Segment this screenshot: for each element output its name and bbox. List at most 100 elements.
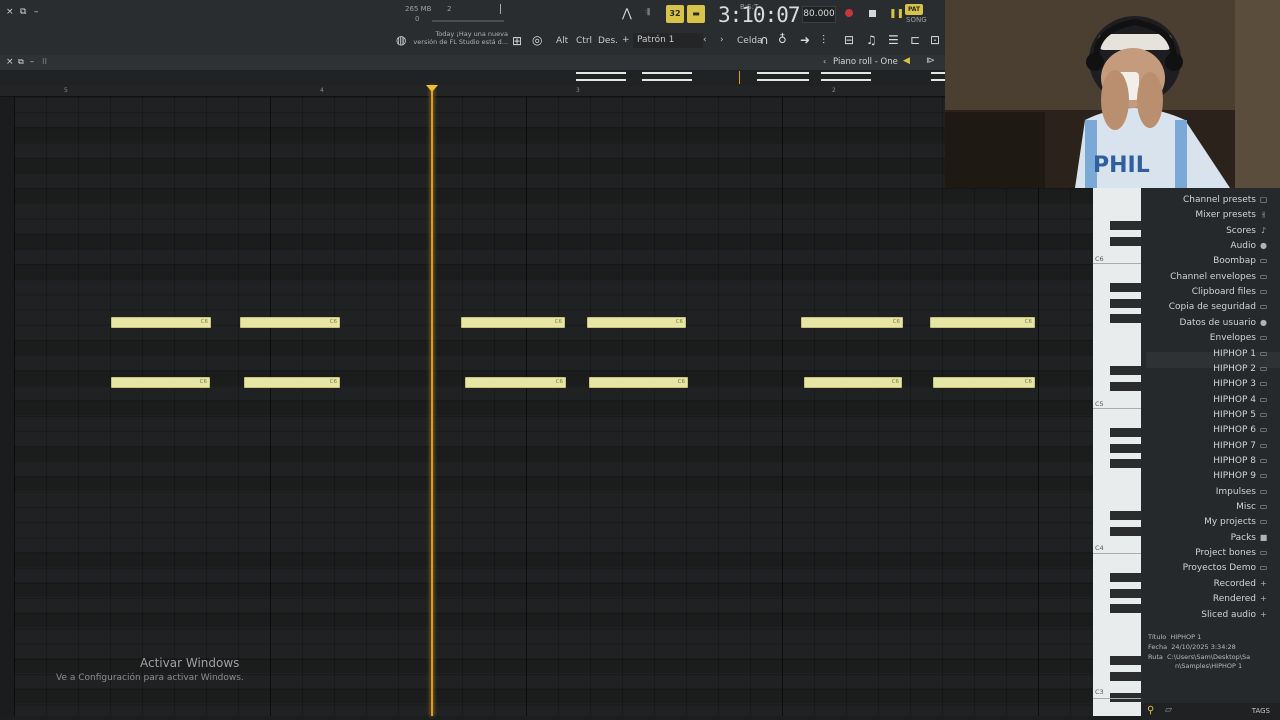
browser-item[interactable]: Envelopes ▭	[1210, 333, 1268, 343]
mixer-icon[interactable]: ⫶	[822, 33, 825, 47]
browser-item[interactable]: HIPHOP 7 ▭	[1213, 441, 1268, 451]
browser-item[interactable]: Channel presets ▢	[1183, 195, 1268, 205]
black-key[interactable]	[1110, 382, 1141, 391]
pitch-knob[interactable]	[500, 4, 501, 14]
note-block[interactable]: C6	[587, 317, 686, 328]
browser-item[interactable]: HIPHOP 2 ▭	[1213, 364, 1268, 374]
browser-item[interactable]: Misc ▭	[1236, 502, 1268, 512]
pattern-selector[interactable]: Patrón 1	[633, 33, 703, 48]
cart-icon[interactable]: ⊞	[512, 34, 522, 48]
speaker-icon[interactable]: ◀	[903, 56, 910, 66]
play-button[interactable]: ❚❚	[889, 9, 904, 19]
black-key[interactable]	[1110, 459, 1141, 468]
ctrl-key-label[interactable]: Ctrl	[576, 36, 592, 46]
browser-item[interactable]: Datos de usuario ●	[1180, 318, 1268, 328]
browser-item[interactable]: Packs ■	[1231, 533, 1268, 543]
stop-button[interactable]	[869, 10, 876, 17]
black-key[interactable]	[1110, 527, 1141, 536]
browser-item[interactable]: Recorded +	[1214, 579, 1268, 589]
browser-item[interactable]: Audio ●	[1230, 241, 1268, 251]
chevron-left-icon[interactable]: ‹	[703, 35, 707, 45]
black-key[interactable]	[1110, 573, 1141, 582]
browser-item[interactable]: HIPHOP 6 ▭	[1213, 425, 1268, 435]
record-button[interactable]	[845, 9, 853, 17]
play-mode-button[interactable]: 32	[666, 5, 684, 23]
close-window-button[interactable]: ×	[6, 7, 14, 17]
black-key[interactable]	[1110, 428, 1141, 437]
channel-prev-icon[interactable]: ‹	[823, 57, 826, 66]
note-block[interactable]: C6	[240, 317, 340, 328]
arrow-right-icon[interactable]: ➜	[800, 33, 810, 47]
channel-rack-icon[interactable]: ⊟	[844, 33, 854, 47]
tool-icon[interactable]: ⧐	[926, 56, 935, 66]
tags-label[interactable]: TAGS	[1252, 707, 1270, 715]
note-block[interactable]: C6	[461, 317, 565, 328]
microphone-icon[interactable]: ♁	[778, 32, 787, 46]
tempo-field[interactable]: 80.000	[802, 6, 836, 23]
browser-item[interactable]: Channel envelopes ▭	[1170, 272, 1268, 282]
browser-item[interactable]: Rendered +	[1213, 594, 1268, 604]
note-block[interactable]: C6	[589, 377, 688, 388]
black-key[interactable]	[1110, 366, 1141, 375]
browser-icon[interactable]: ⊏	[910, 33, 920, 47]
restore-window-button[interactable]: ⧉	[20, 7, 26, 17]
alt-key-label[interactable]: Alt	[556, 36, 568, 46]
note-block[interactable]: C6	[930, 317, 1035, 328]
browser-item[interactable]: Proyectos Demo ▭	[1183, 563, 1268, 573]
pat-song-toggle[interactable]: PAT	[905, 4, 923, 15]
black-key[interactable]	[1110, 589, 1141, 598]
time-ruler[interactable]	[0, 86, 1093, 97]
plugin-icon[interactable]: ⊡	[930, 33, 940, 47]
black-key[interactable]	[1110, 511, 1141, 520]
black-key[interactable]	[1110, 237, 1141, 246]
black-key[interactable]	[1110, 221, 1141, 230]
playlist-icon[interactable]: ☰	[888, 33, 899, 47]
playhead-marker[interactable]	[426, 85, 438, 92]
piano-roll-options-icon[interactable]: ⁝⁝	[42, 57, 47, 66]
song-label[interactable]: SONG	[906, 16, 927, 24]
help-icon[interactable]: ◎	[532, 33, 542, 47]
browser-item[interactable]: Impulses ▭	[1216, 487, 1268, 497]
search-icon[interactable]: ⚲	[1147, 705, 1154, 716]
magnet-icon[interactable]: ∩	[760, 33, 769, 47]
piano-roll-icon[interactable]: ♫	[866, 33, 877, 47]
black-key[interactable]	[1110, 283, 1141, 292]
note-grid[interactable]: C6 C6 C6 C6 C6 C6 C6 C6 C6 C6 C6 C6	[14, 97, 1093, 716]
browser-item[interactable]: HIPHOP 9 ▭	[1213, 471, 1268, 481]
browser-item[interactable]: Boombap ▭	[1213, 256, 1268, 266]
browser-item[interactable]: HIPHOP 3 ▭	[1213, 379, 1268, 389]
undo-label[interactable]: Des.	[598, 36, 618, 46]
metronome-icon[interactable]: ⋀	[622, 6, 632, 20]
piano-keyboard[interactable]: C6 C5 C4 C3	[1093, 188, 1141, 716]
browser-item[interactable]: HIPHOP 1 ▭	[1213, 349, 1268, 359]
snap-selector[interactable]: Celda	[737, 36, 763, 46]
loop-record-icon[interactable]: 𝄇	[645, 8, 649, 18]
black-key[interactable]	[1110, 314, 1141, 323]
playhead-line[interactable]	[431, 86, 433, 716]
black-key[interactable]	[1110, 444, 1141, 453]
browser-item[interactable]: Copia de seguridad ▭	[1169, 302, 1268, 312]
black-key[interactable]	[1110, 656, 1141, 665]
piano-roll-close-button[interactable]: ×	[6, 57, 14, 67]
pattern-overview[interactable]	[0, 70, 945, 86]
note-block[interactable]: C6	[465, 377, 566, 388]
volume-slider[interactable]	[432, 20, 504, 22]
browser-item[interactable]: HIPHOP 5 ▭	[1213, 410, 1268, 420]
browser-item[interactable]: Scores ♪	[1226, 226, 1268, 236]
step-edit-button[interactable]: ▬	[687, 5, 705, 23]
browser-item[interactable]: Project bones ▭	[1195, 548, 1268, 558]
piano-roll-restore-button[interactable]: ⧉	[18, 57, 24, 67]
black-key[interactable]	[1110, 299, 1141, 308]
tag-icon[interactable]: ▱	[1165, 705, 1172, 715]
time-display[interactable]: 3:10:07	[718, 3, 801, 27]
chevron-right-icon[interactable]: ›	[720, 35, 724, 45]
note-block[interactable]: C6	[111, 317, 211, 328]
browser-item[interactable]: HIPHOP 4 ▭	[1213, 395, 1268, 405]
browser-item[interactable]: Sliced audio +	[1201, 610, 1268, 620]
piano-roll-minimize-button[interactable]: –	[30, 57, 34, 66]
note-block[interactable]: C6	[244, 377, 340, 388]
note-block[interactable]: C6	[933, 377, 1035, 388]
minimize-window-button[interactable]: –	[34, 7, 39, 17]
note-block[interactable]: C6	[804, 377, 902, 388]
add-pattern-button[interactable]: +	[622, 35, 630, 45]
